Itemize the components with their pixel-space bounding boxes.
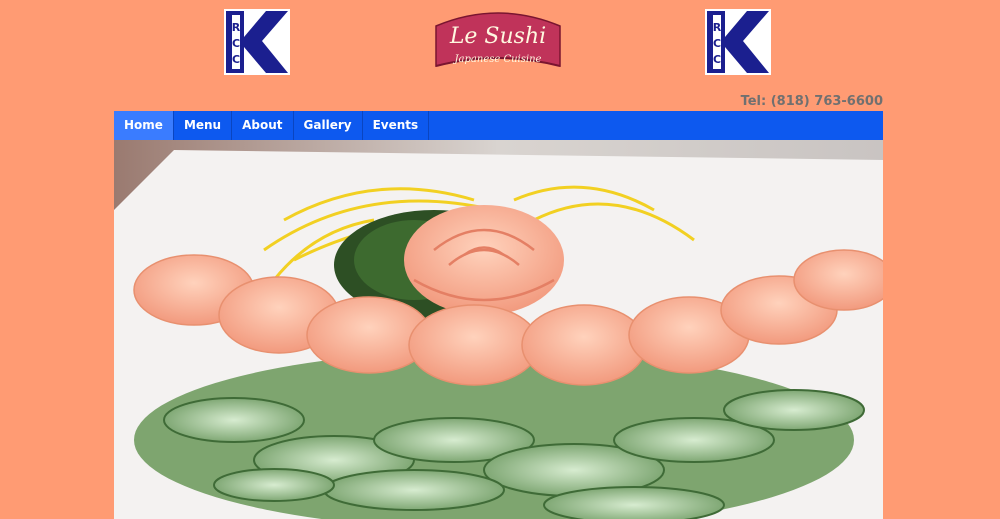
- svg-text:R: R: [232, 21, 241, 34]
- rcc-logo-right: R C C: [705, 9, 771, 75]
- hero-food-image: [114, 140, 883, 519]
- rcc-logo-left: R C C: [224, 9, 290, 75]
- nav-home[interactable]: Home: [114, 111, 174, 140]
- nav-gallery[interactable]: Gallery: [294, 111, 363, 140]
- nav-events[interactable]: Events: [363, 111, 430, 140]
- svg-text:C: C: [232, 53, 240, 66]
- nav-menu[interactable]: Menu: [174, 111, 233, 140]
- le-sushi-logo[interactable]: Le Sushi Japanese Cuisine: [434, 6, 562, 76]
- phone-number: Tel: (818) 763-6600: [740, 94, 883, 109]
- svg-text:R: R: [713, 21, 722, 34]
- nav-about[interactable]: About: [232, 111, 294, 140]
- main-nav: Home Menu About Gallery Events: [114, 111, 883, 140]
- svg-text:C: C: [232, 37, 240, 50]
- brand-tagline: Japanese Cuisine: [453, 54, 542, 65]
- brand-name: Le Sushi: [449, 24, 546, 49]
- svg-text:C: C: [713, 37, 721, 50]
- svg-text:C: C: [713, 53, 721, 66]
